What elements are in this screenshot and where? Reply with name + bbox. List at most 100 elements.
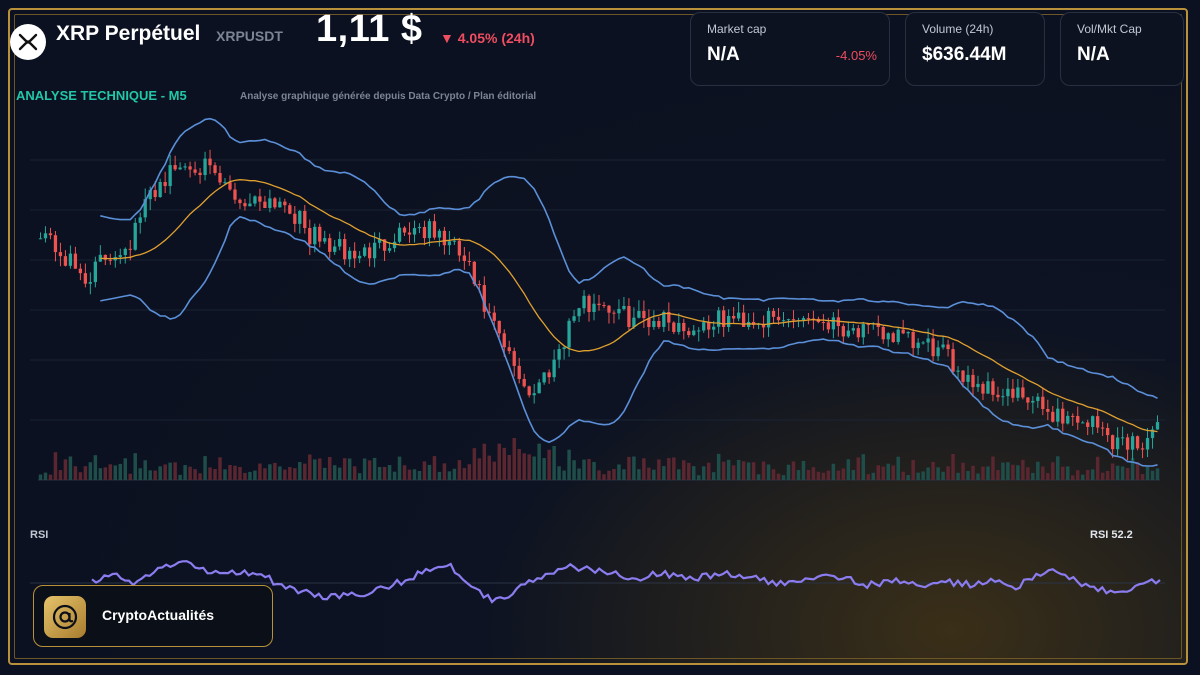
candle-body (552, 359, 556, 378)
candle-body (741, 312, 746, 327)
volume-bar (921, 471, 925, 480)
candle-body (1041, 396, 1045, 409)
candle-body (1011, 388, 1015, 398)
candle-body (338, 239, 342, 247)
volume-bar (48, 474, 53, 480)
candle-body (367, 247, 372, 259)
candle-body (467, 260, 471, 262)
volume-bar (422, 461, 427, 480)
candle-body (333, 246, 337, 252)
candle-body (1145, 438, 1150, 450)
candle-body (118, 255, 122, 258)
volume-bar (93, 455, 98, 480)
volume-bar (457, 460, 462, 480)
candle-body (298, 211, 302, 224)
volume-bar (981, 466, 985, 480)
candle-body (328, 238, 332, 252)
candle-body (462, 255, 467, 261)
candle-body (198, 172, 202, 176)
candle-body (1096, 416, 1100, 428)
candle-body (427, 221, 432, 239)
volume-bar (243, 472, 247, 480)
volume-bar (951, 454, 955, 480)
volume-bar (866, 474, 871, 480)
candle-body (851, 328, 855, 331)
candle-body (781, 320, 786, 322)
candle-body (996, 394, 1000, 398)
volume-bar (801, 460, 806, 480)
candle-body (387, 248, 392, 251)
candle-body (153, 190, 157, 198)
volume-bar (911, 460, 915, 480)
candle-body (193, 169, 197, 173)
candle-body (343, 239, 347, 260)
candle-body (731, 315, 736, 319)
volume-bar (941, 471, 945, 480)
candle-body (1101, 427, 1105, 429)
volume-bar (871, 472, 876, 480)
candle-body (771, 310, 776, 317)
candle-body (1066, 415, 1070, 424)
volume-bar (552, 446, 556, 480)
candle-body (622, 306, 626, 309)
candle-body (203, 158, 207, 176)
candle-body (707, 322, 711, 330)
candle-body (477, 284, 481, 286)
candle-body (1006, 388, 1010, 397)
candle-body (392, 241, 397, 249)
candle-body (417, 226, 422, 229)
candle-body (348, 250, 352, 260)
candle-body (921, 342, 925, 344)
volume-bar (78, 472, 83, 480)
volume-bar (806, 470, 811, 480)
bollinger-lower-band (100, 215, 1158, 467)
candle-body (447, 241, 452, 246)
volume-bar (1070, 475, 1075, 480)
volume-bar (128, 473, 132, 480)
volume-bar (1016, 465, 1020, 480)
volume-bar (667, 458, 671, 480)
volume-bar (632, 456, 636, 480)
candle-body (128, 248, 132, 250)
volume-bar (856, 457, 861, 480)
volume-bar (88, 462, 93, 480)
volume-bar (996, 470, 1000, 480)
volume-bar (1125, 468, 1130, 480)
volume-bar (347, 458, 352, 480)
volume-bar (283, 469, 287, 480)
volume-bar (392, 471, 397, 480)
volume-bar (776, 473, 781, 480)
candle-body (941, 344, 945, 348)
candle-body (986, 381, 990, 394)
volume-bar (138, 468, 142, 480)
candle-body (213, 165, 217, 173)
volume-bar (931, 461, 935, 480)
volume-bar (532, 456, 536, 480)
volume-bar (407, 469, 412, 480)
volume-bar (662, 466, 666, 480)
volume-bar (1135, 462, 1140, 480)
candle-body (791, 319, 796, 321)
volume-bar (956, 472, 960, 480)
volume-bar (68, 456, 73, 480)
candle-body (861, 324, 865, 338)
volume-bar (1140, 474, 1145, 480)
candle-body (1016, 387, 1020, 398)
volume-bar (826, 470, 831, 480)
volume-bar (1051, 462, 1055, 480)
volume-bar (213, 468, 217, 480)
candle-body (208, 158, 212, 166)
candle-body (961, 370, 965, 382)
volume-bar (991, 456, 995, 480)
candle-body (88, 282, 93, 284)
volume-bar (123, 458, 128, 480)
volume-bar (786, 464, 791, 480)
volume-bar (1110, 463, 1115, 480)
candle-body (717, 310, 721, 327)
candle-body (323, 238, 327, 242)
candle-body (288, 205, 292, 214)
candle-body (407, 232, 412, 235)
candle-body (238, 199, 242, 204)
candle-body (53, 235, 58, 253)
volume-bar (298, 461, 302, 480)
